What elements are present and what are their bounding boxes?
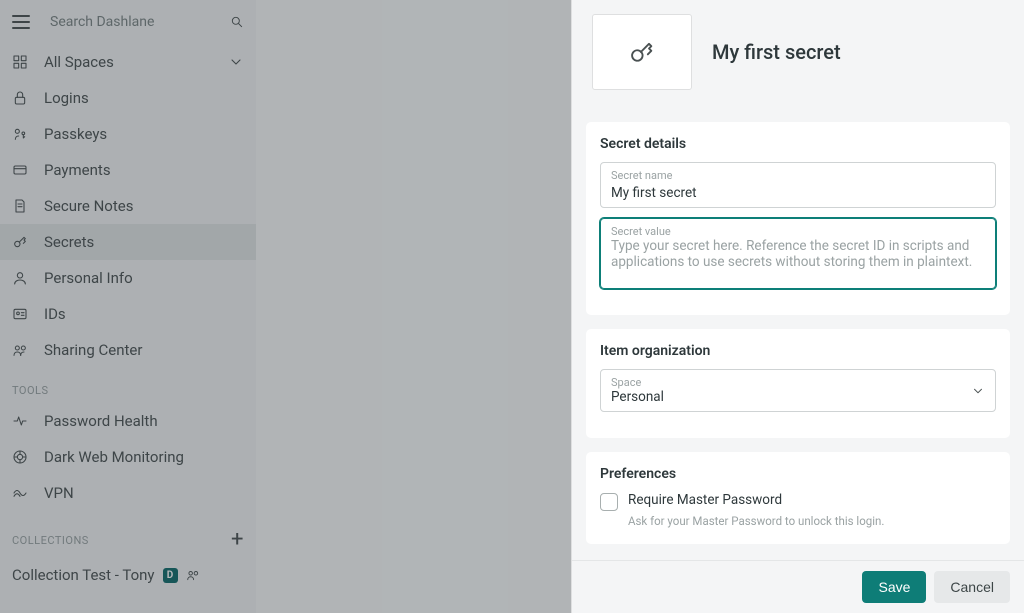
nav-vpn[interactable]: VPN [0, 475, 256, 511]
key-icon [12, 234, 28, 250]
cancel-button[interactable]: Cancel [934, 571, 1010, 603]
nav-secrets[interactable]: Secrets [0, 224, 256, 260]
panel-footer: Save Cancel [572, 560, 1024, 613]
radar-icon [12, 449, 28, 465]
search-icon[interactable] [230, 15, 244, 29]
save-button[interactable]: Save [862, 571, 926, 603]
card-title: Item organization [600, 343, 996, 359]
nav-personal-info[interactable]: Personal Info [0, 260, 256, 296]
id-icon [12, 306, 28, 322]
collections-header: COLLECTIONS + [0, 511, 256, 557]
secret-value-input[interactable] [611, 238, 985, 278]
nav-password-health[interactable]: Password Health [0, 403, 256, 439]
sharing-small-icon [186, 568, 200, 582]
nav-label: Secure Notes [44, 197, 133, 215]
require-mp-hint: Ask for your Master Password to unlock t… [628, 514, 996, 528]
menu-icon[interactable] [12, 15, 30, 29]
secret-name-input[interactable] [611, 185, 985, 201]
nav-label: IDs [44, 305, 66, 323]
secret-panel: My first secret Secret details Secret na… [571, 0, 1024, 613]
panel-body: Secret details Secret name Secret value … [572, 108, 1024, 560]
nav-label: Logins [44, 89, 89, 107]
space-value: Personal [611, 389, 985, 405]
nav-label: Sharing Center [44, 341, 142, 359]
collection-item[interactable]: Collection Test - Tony D [0, 557, 256, 593]
secret-thumbnail [592, 14, 692, 90]
sharing-icon [12, 342, 28, 358]
collections-label: COLLECTIONS [12, 534, 89, 547]
nav-all-spaces[interactable]: All Spaces [0, 44, 256, 80]
panel-title: My first secret [712, 40, 841, 64]
nav-label: VPN [44, 484, 74, 502]
collection-label: Collection Test - Tony [12, 566, 155, 584]
secret-value-field[interactable]: Secret value [600, 218, 996, 289]
require-mp-row: Require Master Password [600, 492, 996, 511]
card-title: Secret details [600, 136, 996, 152]
secret-name-field[interactable]: Secret name [600, 162, 996, 208]
grid-icon [12, 54, 28, 70]
require-mp-checkbox[interactable] [600, 493, 618, 511]
item-organization-card: Item organization Space Personal [586, 329, 1010, 438]
space-select[interactable]: Space Personal [600, 369, 996, 412]
nav-payments[interactable]: Payments [0, 152, 256, 188]
key-icon [628, 38, 656, 66]
nav-logins[interactable]: Logins [0, 80, 256, 116]
person-icon [12, 270, 28, 286]
nav-label: Secrets [44, 233, 94, 251]
card-title: Preferences [600, 466, 996, 482]
chevron-down-icon [971, 384, 985, 398]
note-icon [12, 198, 28, 214]
sidebar-top: Search Dashlane [0, 0, 256, 44]
require-mp-label: Require Master Password [628, 492, 782, 508]
field-label: Secret name [611, 169, 985, 182]
nav-dark-web[interactable]: Dark Web Monitoring [0, 439, 256, 475]
nav-label: Passkeys [44, 125, 107, 143]
passkey-icon [12, 126, 28, 142]
nav-label: All Spaces [44, 53, 114, 71]
panel-header: My first secret [572, 0, 1024, 108]
field-label: Space [611, 376, 985, 389]
lock-icon [12, 90, 28, 106]
sidebar: Search Dashlane All Spaces Logins Passke… [0, 0, 256, 613]
field-label: Secret value [611, 225, 985, 238]
health-icon [12, 413, 28, 429]
nav-label: Password Health [44, 412, 158, 430]
nav-label: Dark Web Monitoring [44, 448, 184, 466]
card-icon [12, 162, 28, 178]
nav: All Spaces Logins Passkeys Payments Secu… [0, 44, 256, 613]
nav-passkeys[interactable]: Passkeys [0, 116, 256, 152]
nav-sharing-center[interactable]: Sharing Center [0, 332, 256, 368]
collection-badge: D [163, 568, 178, 583]
vpn-icon [12, 485, 28, 501]
nav-secure-notes[interactable]: Secure Notes [0, 188, 256, 224]
search-input[interactable]: Search Dashlane [50, 14, 230, 30]
nav-label: Personal Info [44, 269, 133, 287]
chevron-down-icon [228, 54, 244, 70]
nav-ids[interactable]: IDs [0, 296, 256, 332]
preferences-card: Preferences Require Master Password Ask … [586, 452, 1010, 544]
secret-details-card: Secret details Secret name Secret value [586, 122, 1010, 315]
nav-label: Payments [44, 161, 111, 179]
add-collection-button[interactable]: + [231, 529, 244, 551]
tools-section-label: TOOLS [0, 368, 256, 403]
